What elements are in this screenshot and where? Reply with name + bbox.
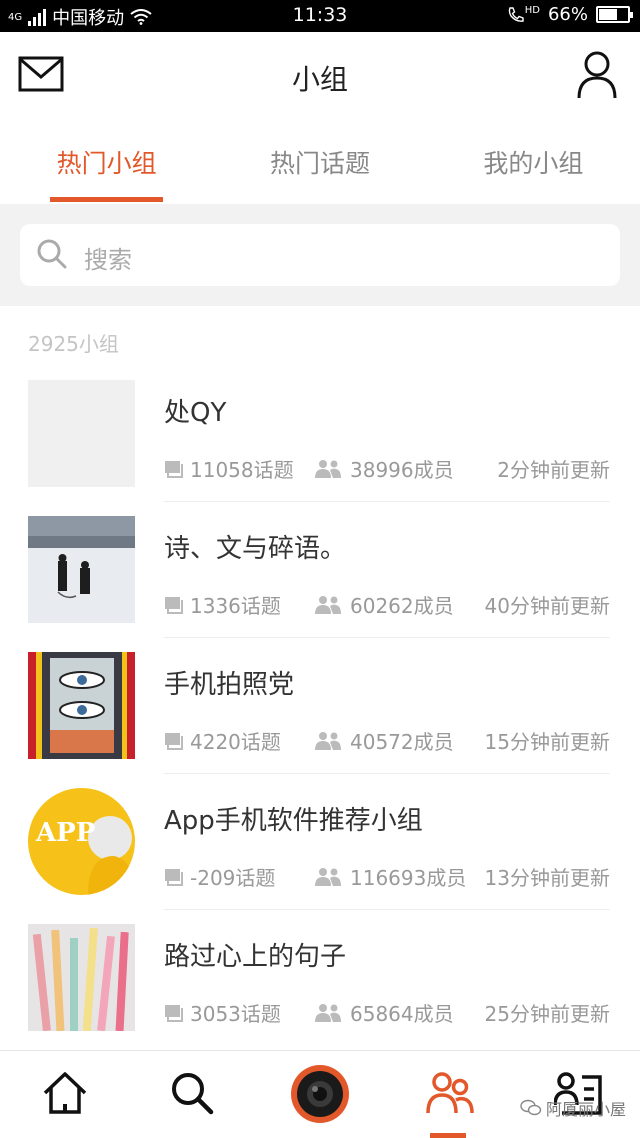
status-bar: 4G 中国移动 11:33 HD 66% [0, 0, 640, 32]
user-icon [577, 51, 617, 99]
members-icon [315, 1003, 341, 1022]
member-count: 40572成员 [350, 730, 454, 754]
group-name: 手机拍照党 [164, 670, 295, 700]
nav-search[interactable] [128, 1051, 256, 1138]
group-name: 路过心上的句子 [164, 942, 347, 972]
search-area: 搜索 [0, 204, 640, 306]
nav-home[interactable] [0, 1051, 128, 1138]
watermark: 阿厦丽小屋 [520, 1096, 626, 1120]
tab-hot-groups[interactable]: 热门小组 [0, 118, 213, 204]
group-thumbnail: APP [28, 788, 135, 895]
camera-icon [291, 1065, 349, 1123]
status-right: HD 66% [507, 4, 633, 25]
group-count: 2925小组 [28, 332, 119, 356]
topic-icon [165, 460, 183, 478]
tab-bar: 热门小组 热门话题 我的小组 [0, 118, 640, 204]
app-header: 小组 [0, 32, 640, 118]
profile-button[interactable] [576, 50, 618, 100]
member-count: 38996成员 [350, 458, 454, 482]
group-thumbnail [28, 924, 135, 1031]
topic-count: -209话题 [190, 866, 276, 890]
group-list: 处QY 11058话题 38996成员 2分钟前更新 诗、文与碎语。 1336话… [0, 366, 640, 1046]
members-icon [315, 595, 341, 614]
search-input[interactable]: 搜索 [20, 224, 620, 286]
group-name: 处QY [164, 398, 227, 428]
list-item[interactable]: 路过心上的句子 3053话题 65864成员 25分钟前更新 [0, 910, 640, 1046]
member-count: 60262成员 [350, 594, 454, 618]
battery-icon [596, 6, 633, 23]
members-icon [315, 867, 341, 886]
group-name: 诗、文与碎语。 [164, 534, 347, 564]
topic-count: 1336话题 [190, 594, 281, 618]
topic-count: 4220话题 [190, 730, 281, 754]
hd-label: HD [524, 5, 540, 16]
group-meta: 11058话题 38996成员 2分钟前更新 [164, 454, 610, 483]
page-title: 小组 [291, 63, 348, 96]
topic-icon [165, 1004, 183, 1022]
list-item[interactable]: 手机拍照党 4220话题 40572成员 15分钟前更新 [0, 638, 640, 774]
topic-icon [165, 732, 183, 750]
bottom-nav: 阿厦丽小屋 [0, 1050, 640, 1138]
list-item[interactable]: 处QY 11058话题 38996成员 2分钟前更新 [0, 366, 640, 502]
group-thumbnail [28, 652, 135, 759]
group-meta: 4220话题 40572成员 15分钟前更新 [164, 726, 610, 755]
topic-icon [165, 596, 183, 614]
groups-icon [426, 1072, 474, 1114]
updated-time: 13分钟前更新 [484, 866, 610, 890]
nav-active-indicator [430, 1133, 466, 1138]
group-meta: 1336话题 60262成员 40分钟前更新 [164, 590, 610, 619]
updated-time: 40分钟前更新 [484, 594, 610, 618]
snow-scene-image [28, 516, 135, 623]
group-thumbnail [28, 380, 135, 487]
member-count: 65864成员 [350, 1002, 454, 1026]
home-icon [43, 1072, 87, 1114]
topic-count: 3053话题 [190, 1002, 281, 1026]
members-icon [315, 731, 341, 750]
app-thumb-text: APP [36, 818, 96, 848]
watermark-text: 阿厦丽小屋 [545, 1100, 626, 1119]
phone-hd-icon [508, 6, 524, 22]
group-meta: -209话题 116693成员 13分钟前更新 [164, 862, 610, 891]
battery-fill [599, 9, 618, 20]
pencils-image [28, 924, 135, 1031]
member-count: 116693成员 [350, 866, 467, 890]
updated-time: 25分钟前更新 [484, 1002, 610, 1026]
tab-my-groups[interactable]: 我的小组 [427, 118, 640, 204]
topic-count: 11058话题 [190, 458, 294, 482]
members-icon [315, 459, 341, 478]
updated-time: 15分钟前更新 [484, 730, 610, 754]
nav-profile[interactable] [512, 1051, 640, 1138]
search-icon [37, 239, 67, 269]
group-meta: 3053话题 65864成员 25分钟前更新 [164, 998, 610, 1027]
list-item[interactable]: 诗、文与碎语。 1336话题 60262成员 40分钟前更新 [0, 502, 640, 638]
group-name: App手机软件推荐小组 [164, 806, 423, 836]
nav-camera[interactable] [256, 1051, 384, 1138]
group-thumbnail [28, 516, 135, 623]
list-item[interactable]: APP App手机软件推荐小组 -209话题 116693成员 13分钟前更新 [0, 774, 640, 910]
tab-hot-topics[interactable]: 热门话题 [213, 118, 426, 204]
nav-groups[interactable] [384, 1051, 512, 1138]
search-icon [172, 1073, 214, 1115]
topic-icon [165, 868, 183, 886]
graffiti-image [28, 652, 135, 759]
updated-time: 2分钟前更新 [497, 458, 610, 482]
battery-percent: 66% [547, 4, 588, 25]
wechat-icon [520, 1099, 542, 1116]
search-placeholder: 搜索 [84, 246, 132, 274]
